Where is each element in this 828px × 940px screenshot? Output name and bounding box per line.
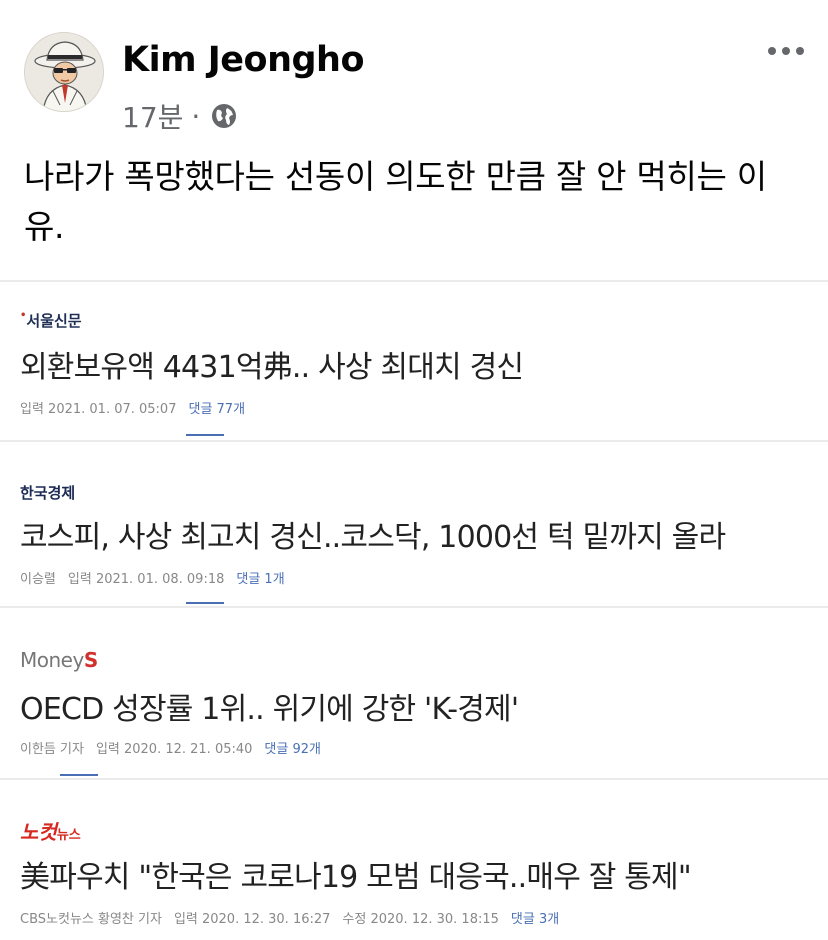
source-logo-nocut: 노컷뉴스	[20, 820, 81, 844]
globe-icon[interactable]	[208, 100, 240, 132]
comments-underline	[60, 774, 98, 776]
post-text: 나라가 폭망했다는 선동이 의도한 만큼 잘 안 먹히는 이유.	[24, 157, 767, 246]
divider	[0, 778, 828, 780]
divider	[0, 440, 828, 442]
article-byline: 입력 2021. 01. 07. 05:07 댓글 77개	[20, 398, 245, 417]
article-modified-date: 수정 2020. 12. 30. 18:15	[342, 912, 499, 927]
news-card-nocut[interactable]: 노컷뉴스 美파우치 "한국은 코로나19 모범 대응국..매우 잘 통제" CB…	[0, 778, 828, 940]
comments-link[interactable]: 댓글 92개	[264, 738, 321, 757]
divider	[0, 280, 828, 282]
source-logo-seoul: •서울신문	[20, 310, 82, 330]
article-headline[interactable]: 美파우치 "한국은 코로나19 모범 대응국..매우 잘 통제"	[20, 852, 692, 896]
article-headline[interactable]: OECD 성장률 1위.. 위기에 강한 'K-경제'	[20, 684, 519, 728]
article-headline[interactable]: 외환보유액 4431억弗.. 사상 최대치 경신	[20, 342, 524, 386]
article-date: 입력 2020. 12. 30. 16:27	[173, 912, 331, 927]
news-card-seoul[interactable]: •서울신문 외환보유액 4431억弗.. 사상 최대치 경신 입력 2021. …	[0, 280, 828, 440]
article-reporter: 이한듬 기자	[20, 742, 84, 757]
article-headline[interactable]: 코스피, 사상 최고치 경신..코스닥, 1000선 턱 밑까지 올라	[20, 512, 726, 556]
comments-link[interactable]: 댓글 1개	[236, 568, 284, 587]
source-logo-hankyung: 한국경제	[20, 484, 76, 502]
author-name[interactable]: Kim Jeongho	[122, 40, 365, 80]
source-logo-moneys: MoneyS	[20, 648, 98, 672]
post-header: Kim Jeongho 17분 ·	[0, 0, 828, 140]
meta-separator: ·	[191, 99, 201, 133]
comments-underline	[186, 434, 224, 436]
article-date: 입력 2021. 01. 08. 09:18	[67, 572, 225, 587]
news-card-moneys[interactable]: MoneyS OECD 성장률 1위.. 위기에 강한 'K-경제' 이한듬 기…	[0, 606, 828, 778]
article-date: 입력 2021. 01. 07. 05:07	[20, 402, 177, 417]
news-card-hankyung[interactable]: 한국경제 코스피, 사상 최고치 경신..코스닥, 1000선 턱 밑까지 올라…	[0, 440, 828, 606]
article-byline: CBS노컷뉴스 황영찬 기자 입력 2020. 12. 30. 16:27 수정…	[20, 908, 559, 927]
comments-link[interactable]: 댓글 77개	[188, 398, 245, 417]
more-options-icon[interactable]	[768, 44, 804, 58]
article-reporter: CBS노컷뉴스 황영찬 기자	[20, 912, 162, 927]
post-meta: 17분 ·	[122, 96, 240, 136]
post-time[interactable]: 17분	[122, 96, 183, 136]
comments-underline	[186, 602, 224, 604]
article-byline: 이승렬 입력 2021. 01. 08. 09:18 댓글 1개	[20, 568, 285, 587]
comments-link[interactable]: 댓글 3개	[511, 908, 559, 927]
article-date: 입력 2020. 12. 21. 05:40	[95, 742, 253, 757]
article-reporter: 이승렬	[20, 572, 56, 587]
avatar[interactable]	[24, 32, 104, 112]
avatar-illustration	[25, 33, 103, 111]
article-byline: 이한듬 기자 입력 2020. 12. 21. 05:40 댓글 92개	[20, 738, 321, 757]
divider	[0, 606, 828, 608]
